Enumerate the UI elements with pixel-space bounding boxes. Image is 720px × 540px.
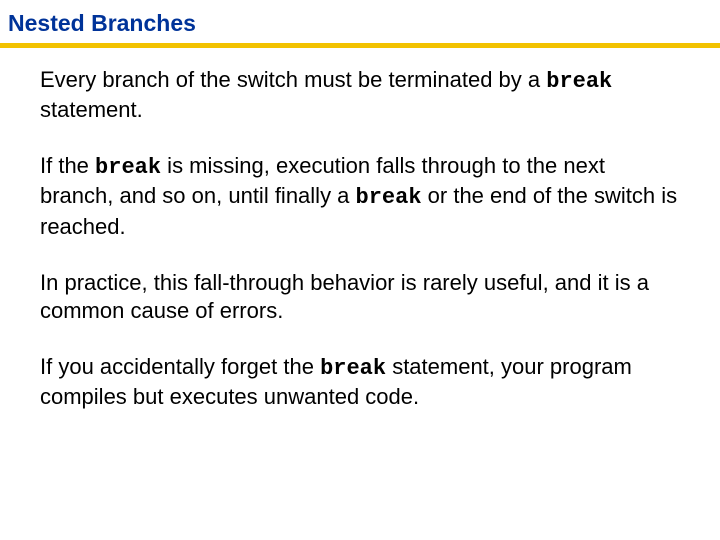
text: If the xyxy=(40,153,95,178)
paragraph-1: Every branch of the switch must be termi… xyxy=(40,66,680,124)
code-keyword-break: break xyxy=(320,356,386,381)
text: In practice, this fall-through behavior … xyxy=(40,270,649,323)
slide: Nested Branches Every branch of the swit… xyxy=(0,0,720,540)
text: statement. xyxy=(40,97,143,122)
code-keyword-break: break xyxy=(356,185,422,210)
paragraph-4: If you accidentally forget the break sta… xyxy=(40,353,680,411)
slide-body: Every branch of the switch must be termi… xyxy=(0,48,720,411)
code-keyword-break: break xyxy=(95,155,161,180)
text: If you accidentally forget the xyxy=(40,354,320,379)
paragraph-3: In practice, this fall-through behavior … xyxy=(40,269,680,325)
code-keyword-break: break xyxy=(546,69,612,94)
paragraph-2: If the break is missing, execution falls… xyxy=(40,152,680,240)
slide-title: Nested Branches xyxy=(0,0,720,43)
text: Every branch of the switch must be termi… xyxy=(40,67,546,92)
